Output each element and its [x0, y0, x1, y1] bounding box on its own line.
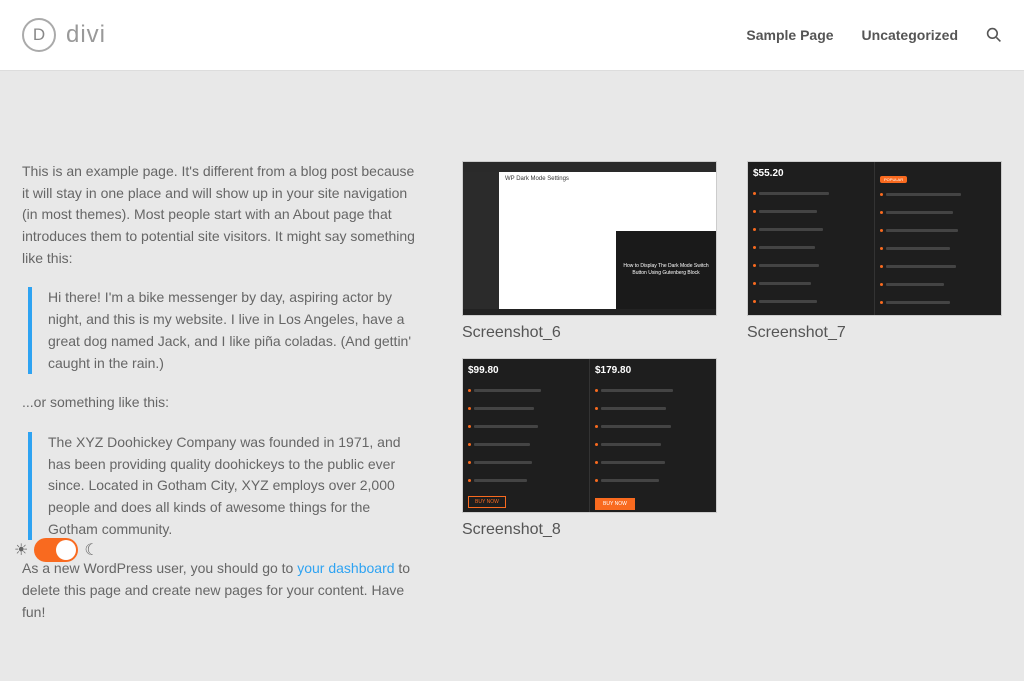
quote-1: Hi there! I'm a bike messenger by day, a… [28, 287, 422, 374]
toggle-knob [56, 540, 76, 560]
sun-icon: ☀ [14, 540, 28, 560]
nav-sample-page[interactable]: Sample Page [746, 27, 833, 43]
thumb-label: Screenshot_8 [462, 521, 717, 539]
quote-2: The XYZ Doohickey Company was founded in… [28, 432, 422, 540]
screenshot-7-thumb[interactable]: $55.20 BUY NOW POPULAR [747, 161, 1002, 316]
dark-mode-toggle-wrap: ☀ ☾ [14, 538, 99, 562]
intro-paragraph: This is an example page. It's different … [22, 161, 422, 269]
dark-mode-toggle[interactable] [34, 538, 78, 562]
primary-nav: Sample Page Uncategorized [746, 27, 1002, 43]
site-header: D divi Sample Page Uncategorized [0, 0, 1024, 71]
gallery-item: $99.80 BUY NOW $179.80 [462, 358, 717, 539]
outro-before: As a new WordPress user, you should go t… [22, 560, 297, 576]
dashboard-link[interactable]: your dashboard [297, 560, 394, 576]
ss8-buy-btn-a: BUY NOW [468, 496, 506, 508]
screenshot-8-thumb[interactable]: $99.80 BUY NOW $179.80 [462, 358, 717, 513]
ss7-price: $55.20 [753, 168, 869, 179]
gallery-item: WP Dark Mode Settings How to Display The… [462, 161, 717, 342]
moon-icon: ☾ [84, 540, 98, 560]
site-logo[interactable]: D divi [22, 18, 106, 52]
gallery-item: $55.20 BUY NOW POPULAR [747, 161, 1002, 342]
nav-uncategorized[interactable]: Uncategorized [862, 27, 958, 43]
thumb-label: Screenshot_7 [747, 324, 1002, 342]
outro-paragraph: As a new WordPress user, you should go t… [22, 558, 422, 623]
article-body: This is an example page. It's different … [22, 161, 422, 641]
ss6-box-text: How to Display The Dark Mode Switch Butt… [616, 263, 716, 277]
page-content: This is an example page. It's different … [2, 71, 1022, 681]
ss8-buy-btn-b: BUY NOW [595, 498, 635, 510]
thumb-label: Screenshot_6 [462, 324, 717, 342]
logo-mark: D [22, 18, 56, 52]
ss8-price-b: $179.80 [595, 365, 711, 376]
ss8-price-a: $99.80 [468, 365, 584, 376]
screenshot-gallery: WP Dark Mode Settings How to Display The… [462, 161, 1002, 641]
search-icon[interactable] [986, 27, 1002, 43]
logo-text: divi [66, 21, 106, 49]
middle-paragraph: ...or something like this: [22, 392, 422, 414]
screenshot-6-thumb[interactable]: WP Dark Mode Settings How to Display The… [462, 161, 717, 316]
ss6-title: WP Dark Mode Settings [499, 172, 716, 186]
